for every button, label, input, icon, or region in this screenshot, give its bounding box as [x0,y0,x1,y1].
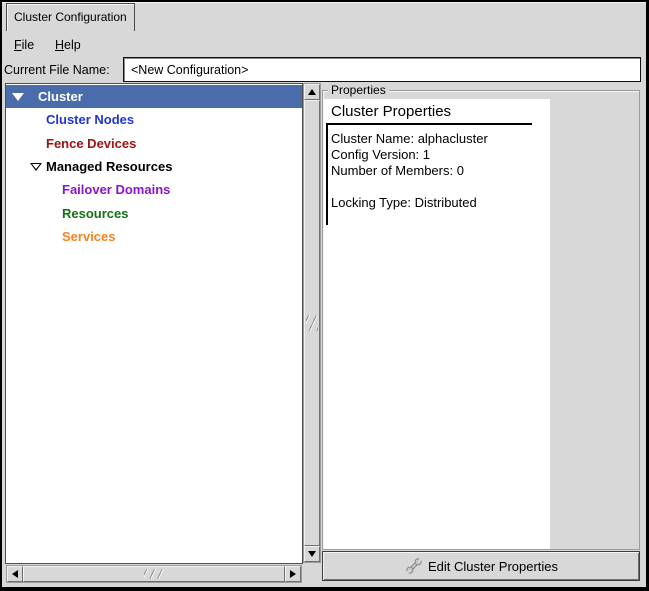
current-file-name-label: Current File Name: [4,63,110,77]
scroll-up-button[interactable] [304,84,320,100]
properties-left-border [326,125,328,225]
tree-item-label: Failover Domains [6,178,170,201]
grip-icon [306,315,318,331]
expander-open-down-icon[interactable] [30,163,42,171]
scroll-left-button[interactable] [7,566,23,582]
horizontal-scrollbar-thumb[interactable] [23,566,285,582]
locking-type-line: Locking Type: Distributed [331,195,546,211]
vertical-scrollbar [303,83,321,563]
edit-cluster-properties-label: Edit Cluster Properties [428,559,558,574]
tree-row-fence-devices[interactable]: Fence Devices [6,132,302,155]
tree-row-cluster-nodes[interactable]: Cluster Nodes [6,108,302,131]
menu-file[interactable]: File [11,36,37,54]
heading-underline [326,123,532,125]
tree-item-label: Cluster Nodes [6,108,134,131]
edit-cluster-properties-button[interactable]: Edit Cluster Properties [322,551,640,581]
horizontal-scrollbar [6,565,302,583]
tree-row-resources[interactable]: Resources [6,202,302,225]
cluster-name-line: Cluster Name: alphacluster [331,131,546,147]
tree-row-cluster[interactable]: Cluster [6,85,302,108]
menu-help[interactable]: Help [52,36,84,54]
menu-bar: File Help [2,34,646,56]
left-arrow-icon [12,570,18,578]
grip-icon [144,569,164,579]
tree-row-managed-resources[interactable]: Managed Resources [6,155,302,178]
tree-item-label: Services [6,225,116,248]
cluster-tree: Cluster Cluster Nodes Fence Devices Mana… [5,83,303,564]
scroll-down-button[interactable] [304,546,320,562]
tree-row-services[interactable]: Services [6,225,302,248]
properties-frame-label: Properties [328,83,389,97]
vertical-scrollbar-thumb[interactable] [304,100,320,546]
tab-cluster-configuration[interactable]: Cluster Configuration [6,3,135,31]
properties-textview: Cluster Properties Cluster Name: alphacl… [324,99,550,549]
number-of-members-line: Number of Members: 0 [331,163,546,179]
cluster-properties-heading: Cluster Properties [331,103,451,120]
right-arrow-icon [290,570,296,578]
down-arrow-icon [308,551,316,557]
current-file-name-field [123,57,641,82]
properties-fields: Cluster Name: alphacluster Config Versio… [331,131,546,211]
cluster-configuration-window: Cluster Configuration File Help Current … [0,0,649,591]
up-arrow-icon [308,89,316,95]
scroll-right-button[interactable] [285,566,301,582]
expander-down-icon[interactable] [12,93,24,101]
tree-item-label: Resources [6,202,128,225]
tree-row-failover-domains[interactable]: Failover Domains [6,178,302,201]
config-version-line: Config Version: 1 [331,147,546,163]
wrench-icon [404,556,424,576]
blank-line [331,179,546,195]
current-file-name-input[interactable] [124,58,640,81]
tree-item-label: Fence Devices [6,132,136,155]
